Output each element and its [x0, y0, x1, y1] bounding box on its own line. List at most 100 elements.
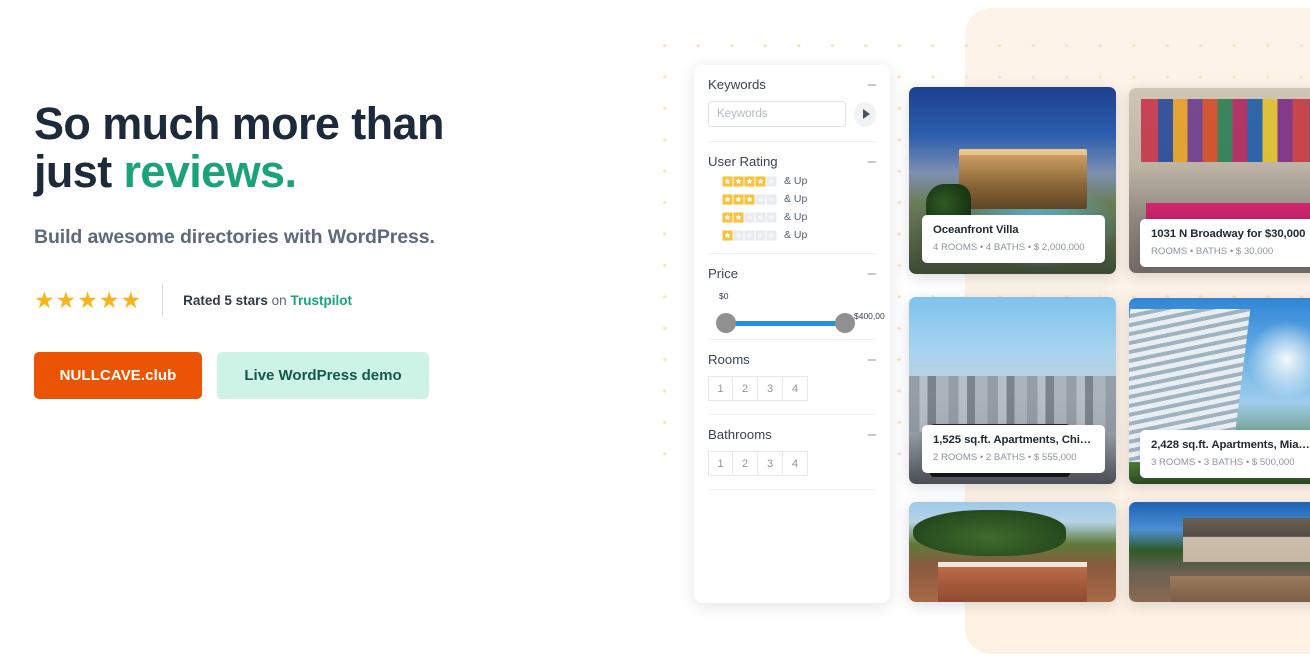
rating-stars — [722, 230, 777, 241]
rating-stars — [722, 176, 777, 187]
price-slider-track — [724, 321, 847, 326]
price-slider-handle-max[interactable] — [835, 313, 855, 333]
star-icon — [766, 194, 777, 205]
keywords-submit-button[interactable] — [854, 102, 876, 127]
rating-filter-option[interactable]: & Up — [708, 211, 876, 223]
play-triangle-icon — [863, 109, 870, 119]
rating-caption: Rated 5 stars on Trustpilot — [183, 293, 352, 308]
star-icon — [744, 230, 755, 241]
star-icon — [755, 176, 766, 187]
star-icon — [755, 230, 766, 241]
hero-subheading: Build awesome directories with WordPress… — [34, 226, 435, 249]
property-title: 1031 N Broadway for $30,000 — [1151, 228, 1310, 240]
property-card[interactable] — [909, 502, 1116, 602]
filter-header-user-rating[interactable]: User Rating – — [708, 154, 876, 169]
hero-content: So much more than just reviews. Build aw… — [0, 0, 640, 662]
rating-text-bold: Rated 5 stars — [183, 293, 268, 308]
rooms-option[interactable]: 3 — [758, 376, 783, 401]
star-icon — [744, 212, 755, 223]
price-max-label: $400,00 — [854, 311, 885, 321]
live-wordpress-demo-button[interactable]: Live WordPress demo — [217, 352, 429, 399]
filter-title-user-rating: User Rating — [708, 154, 778, 169]
brick-houses-photo — [909, 502, 1116, 602]
star-icon — [733, 194, 744, 205]
rating-stars — [722, 194, 777, 205]
collapse-icon[interactable]: – — [868, 157, 876, 167]
property-card-caption: 1031 N Broadway for $30,000 ROOMS • BATH… — [1140, 219, 1310, 267]
filter-header-bathrooms[interactable]: Bathrooms – — [708, 427, 876, 442]
rating-filter-option[interactable]: & Up — [708, 193, 876, 205]
price-range-slider[interactable]: $0 $400,00 — [708, 291, 876, 337]
rating-and-up-label: & Up — [784, 211, 807, 223]
bathrooms-option[interactable]: 1 — [708, 451, 733, 476]
star-icon: ★ — [56, 289, 77, 312]
vertical-divider — [162, 283, 163, 317]
property-title: 2,428 sq.ft. Apartments, Mia… — [1151, 439, 1310, 451]
rooms-option[interactable]: 2 — [733, 376, 758, 401]
search-filter-panel: Keywords – User Rating – & Up& Up& Up& U… — [694, 65, 890, 603]
filter-title-keywords: Keywords — [708, 77, 766, 92]
filter-header-price[interactable]: Price – — [708, 266, 876, 281]
star-icon — [755, 194, 766, 205]
collapse-icon[interactable]: – — [868, 430, 876, 440]
property-meta: 3 ROOMS • 3 BATHS • $ 500,000 — [1151, 457, 1310, 468]
star-icon — [733, 230, 744, 241]
filter-header-keywords[interactable]: Keywords – — [708, 77, 876, 92]
star-icon: ★ — [77, 289, 98, 312]
property-title: 1,525 sq.ft. Apartments, Chic… — [933, 434, 1094, 446]
property-card[interactable]: 2,428 sq.ft. Apartments, Mia… 3 ROOMS • … — [1129, 298, 1310, 484]
price-min-label: $0 — [719, 291, 728, 301]
filter-section-keywords: Keywords – — [708, 65, 876, 142]
headline-line-2-plain: just — [34, 146, 124, 197]
rating-filter-option[interactable]: & Up — [708, 229, 876, 241]
divider — [708, 489, 876, 490]
bathrooms-option[interactable]: 3 — [758, 451, 783, 476]
collapse-icon[interactable]: – — [868, 80, 876, 90]
keywords-input[interactable] — [708, 101, 846, 127]
star-icon — [722, 176, 733, 187]
star-icon — [733, 212, 744, 223]
rooms-option-group: 1234 — [708, 376, 876, 401]
trustpilot-rating: ★ ★ ★ ★ ★ Rated 5 stars on Trustpilot — [34, 283, 352, 317]
star-icon: ★ — [34, 289, 55, 312]
filter-section-bathrooms: Bathrooms – 1234 — [708, 415, 876, 490]
collapse-icon[interactable]: – — [868, 355, 876, 365]
price-slider-handle-min[interactable] — [716, 313, 736, 333]
property-card-caption: Oceanfront Villa 4 ROOMS • 4 BATHS • $ 2… — [922, 215, 1105, 263]
rating-filter-option[interactable]: & Up — [708, 175, 876, 187]
star-icon — [766, 176, 777, 187]
property-card[interactable]: 1031 N Broadway for $30,000 ROOMS • BATH… — [1129, 88, 1310, 273]
bathrooms-option[interactable]: 4 — [783, 451, 808, 476]
rooms-option[interactable]: 1 — [708, 376, 733, 401]
property-card-caption: 1,525 sq.ft. Apartments, Chic… 2 ROOMS •… — [922, 425, 1105, 473]
rooms-option[interactable]: 4 — [783, 376, 808, 401]
star-icon — [744, 194, 755, 205]
filter-header-rooms[interactable]: Rooms – — [708, 352, 876, 367]
property-card[interactable] — [1129, 502, 1310, 602]
trustpilot-link[interactable]: Trustpilot — [290, 293, 352, 308]
star-icon — [722, 212, 733, 223]
property-card[interactable]: Oceanfront Villa 4 ROOMS • 4 BATHS • $ 2… — [909, 87, 1116, 274]
filter-section-user-rating: User Rating – & Up & Up & Up & Up — [708, 142, 876, 254]
star-icon — [755, 212, 766, 223]
hero-cta-group: NULLCAVE.club Live WordPress demo — [34, 352, 429, 399]
star-icon — [766, 212, 777, 223]
rating-and-up-label: & Up — [784, 193, 807, 205]
headline-line-1: So much more than — [34, 98, 444, 149]
star-icon — [766, 230, 777, 241]
property-card-caption: 2,428 sq.ft. Apartments, Mia… 3 ROOMS • … — [1140, 430, 1310, 478]
rating-text-middle: on — [268, 293, 291, 308]
property-card[interactable]: 1,525 sq.ft. Apartments, Chic… 2 ROOMS •… — [909, 297, 1116, 484]
property-meta: 4 ROOMS • 4 BATHS • $ 2,000,000 — [933, 242, 1094, 253]
star-icon — [733, 176, 744, 187]
headline-line-2-accent: reviews. — [124, 146, 297, 197]
collapse-icon[interactable]: – — [868, 269, 876, 279]
filter-title-bathrooms: Bathrooms — [708, 427, 772, 442]
rating-options-list: & Up & Up & Up & Up — [708, 175, 876, 241]
rating-stars — [722, 212, 777, 223]
star-icon — [722, 194, 733, 205]
nullcave-club-button[interactable]: NULLCAVE.club — [34, 352, 202, 399]
bathrooms-option[interactable]: 2 — [733, 451, 758, 476]
filter-title-rooms: Rooms — [708, 352, 750, 367]
page-title: So much more than just reviews. — [34, 100, 594, 196]
